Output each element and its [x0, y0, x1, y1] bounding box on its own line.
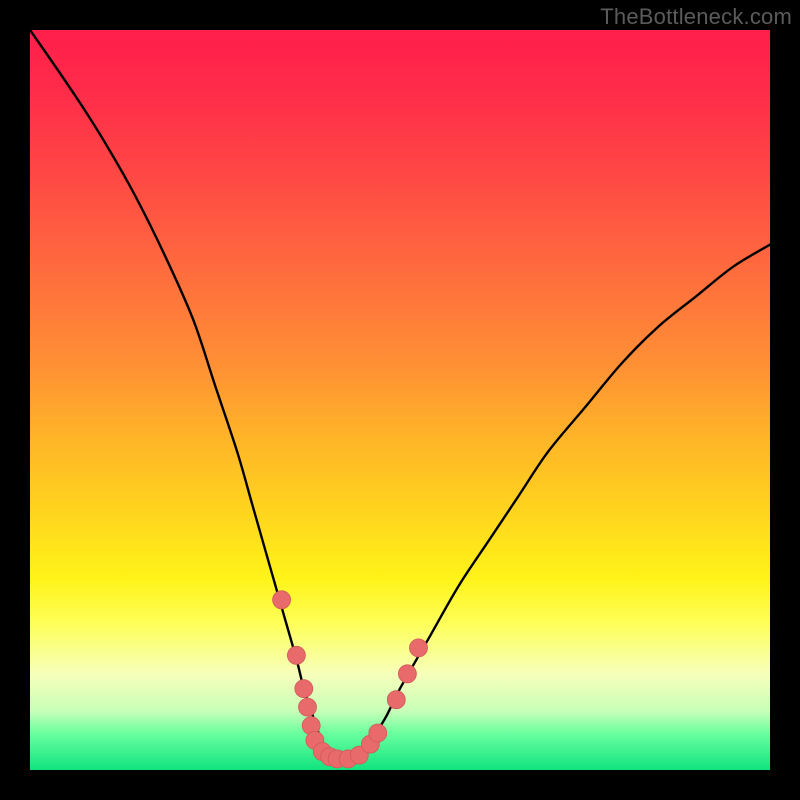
curve-marker: [398, 665, 416, 683]
curve-marker: [387, 691, 405, 709]
curve-marker: [410, 639, 428, 657]
curve-marker: [369, 724, 387, 742]
bottleneck-curve: [30, 30, 773, 764]
curve-marker: [299, 698, 317, 716]
curve-markers: [273, 591, 428, 768]
chart-frame: TheBottleneck.com: [0, 0, 800, 800]
curve-marker: [287, 646, 305, 664]
bottleneck-curve-svg: [30, 30, 770, 770]
curve-marker: [273, 591, 291, 609]
plot-area: [30, 30, 770, 770]
watermark-text: TheBottleneck.com: [600, 4, 792, 30]
curve-marker: [295, 680, 313, 698]
